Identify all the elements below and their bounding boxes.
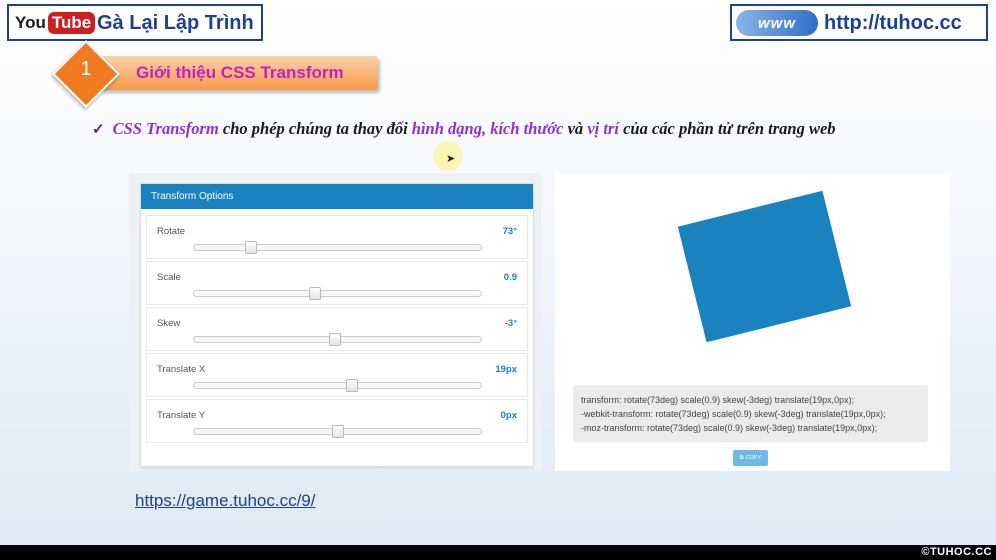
demo-left-panel: Transform Options Rotate 73° Scale 0.9 S… bbox=[129, 173, 541, 471]
checkmark-icon: ✓ bbox=[92, 122, 105, 138]
option-row-rotate: Rotate 73° bbox=[146, 215, 528, 259]
option-value: -3° bbox=[504, 318, 517, 329]
code-line: transform: rotate(73deg) scale(0.9) skew… bbox=[581, 395, 855, 405]
channel-name: Gà Lại Lập Trình bbox=[97, 12, 254, 34]
option-label: Translate X bbox=[157, 364, 206, 375]
youtube-logo-tube: Tube bbox=[47, 12, 96, 34]
transform-options-card: Transform Options Rotate 73° Scale 0.9 S… bbox=[140, 183, 534, 467]
code-line: -moz-transform: rotate(73deg) scale(0.9)… bbox=[581, 423, 878, 433]
watermark: ©TUHOC.CC bbox=[921, 546, 992, 558]
option-label: Skew bbox=[157, 318, 181, 329]
slider-thumb[interactable] bbox=[345, 379, 358, 392]
site-header: www http://tuhoc.cc bbox=[730, 4, 988, 41]
slider-thumb[interactable] bbox=[245, 241, 258, 254]
transform-options-title: Transform Options bbox=[141, 184, 533, 209]
option-row-translate-x: Translate X 19px bbox=[146, 353, 528, 397]
option-label: Rotate bbox=[157, 226, 185, 237]
mouse-cursor-icon: ➤ bbox=[446, 153, 456, 165]
bullet-text: cho phép chúng ta thay đổi bbox=[218, 119, 412, 138]
bullet-point: ✓ CSS Transform cho phép chúng ta thay đổ… bbox=[92, 119, 836, 139]
copy-button[interactable]: ⧉ COPY bbox=[733, 450, 768, 466]
option-row-scale: Scale 0.9 bbox=[146, 261, 528, 305]
option-label: Translate Y bbox=[157, 410, 206, 421]
translate-y-slider[interactable] bbox=[193, 425, 482, 438]
translate-x-slider[interactable] bbox=[193, 379, 482, 392]
option-value: 19px bbox=[495, 364, 517, 375]
site-url: http://tuhoc.cc bbox=[824, 12, 962, 34]
slider-thumb[interactable] bbox=[331, 425, 344, 438]
option-value: 73° bbox=[502, 226, 517, 237]
youtube-logo: You Tube bbox=[15, 11, 96, 35]
code-line: -webkit-transform: rotate(73deg) scale(0… bbox=[581, 409, 886, 419]
option-row-translate-y: Translate Y 0px bbox=[146, 399, 528, 443]
section-title-bar: Giới thiệu CSS Transform bbox=[100, 56, 378, 90]
www-globe-icon: www bbox=[736, 10, 818, 36]
option-label: Scale bbox=[157, 272, 181, 283]
css-code-output: transform: rotate(73deg) scale(0.9) skew… bbox=[573, 385, 928, 442]
channel-header: You Tube Gà Lại Lập Trình bbox=[7, 4, 263, 41]
bullet-keyword-shape-size: hình dạng, kích thước bbox=[411, 119, 564, 138]
scale-slider[interactable] bbox=[193, 287, 482, 300]
bullet-keyword-position: vị trí bbox=[587, 119, 619, 138]
slider-thumb[interactable] bbox=[328, 333, 341, 346]
copy-label: COPY bbox=[745, 455, 762, 461]
demo-link[interactable]: https://game.tuhoc.cc/9/ bbox=[135, 491, 315, 511]
section-number: 1 bbox=[80, 58, 92, 80]
slider-thumb[interactable] bbox=[308, 287, 321, 300]
section-title: Giới thiệu CSS Transform bbox=[136, 63, 344, 82]
bullet-text: của các phần tử trên trang web bbox=[618, 119, 836, 138]
copy-icon: ⧉ bbox=[739, 454, 744, 461]
bottom-bar: ©TUHOC.CC bbox=[0, 545, 996, 560]
rotate-slider[interactable] bbox=[193, 241, 482, 254]
watermark-text: TUHOC.CC bbox=[929, 546, 992, 558]
bullet-text: và bbox=[563, 119, 588, 138]
youtube-logo-you: You bbox=[15, 13, 46, 32]
option-row-skew: Skew -3° bbox=[146, 307, 528, 351]
option-value: 0.9 bbox=[503, 272, 517, 283]
bullet-keyword-css-transform: CSS Transform bbox=[112, 119, 219, 138]
option-value: 0px bbox=[500, 410, 517, 421]
skew-slider[interactable] bbox=[193, 333, 482, 346]
